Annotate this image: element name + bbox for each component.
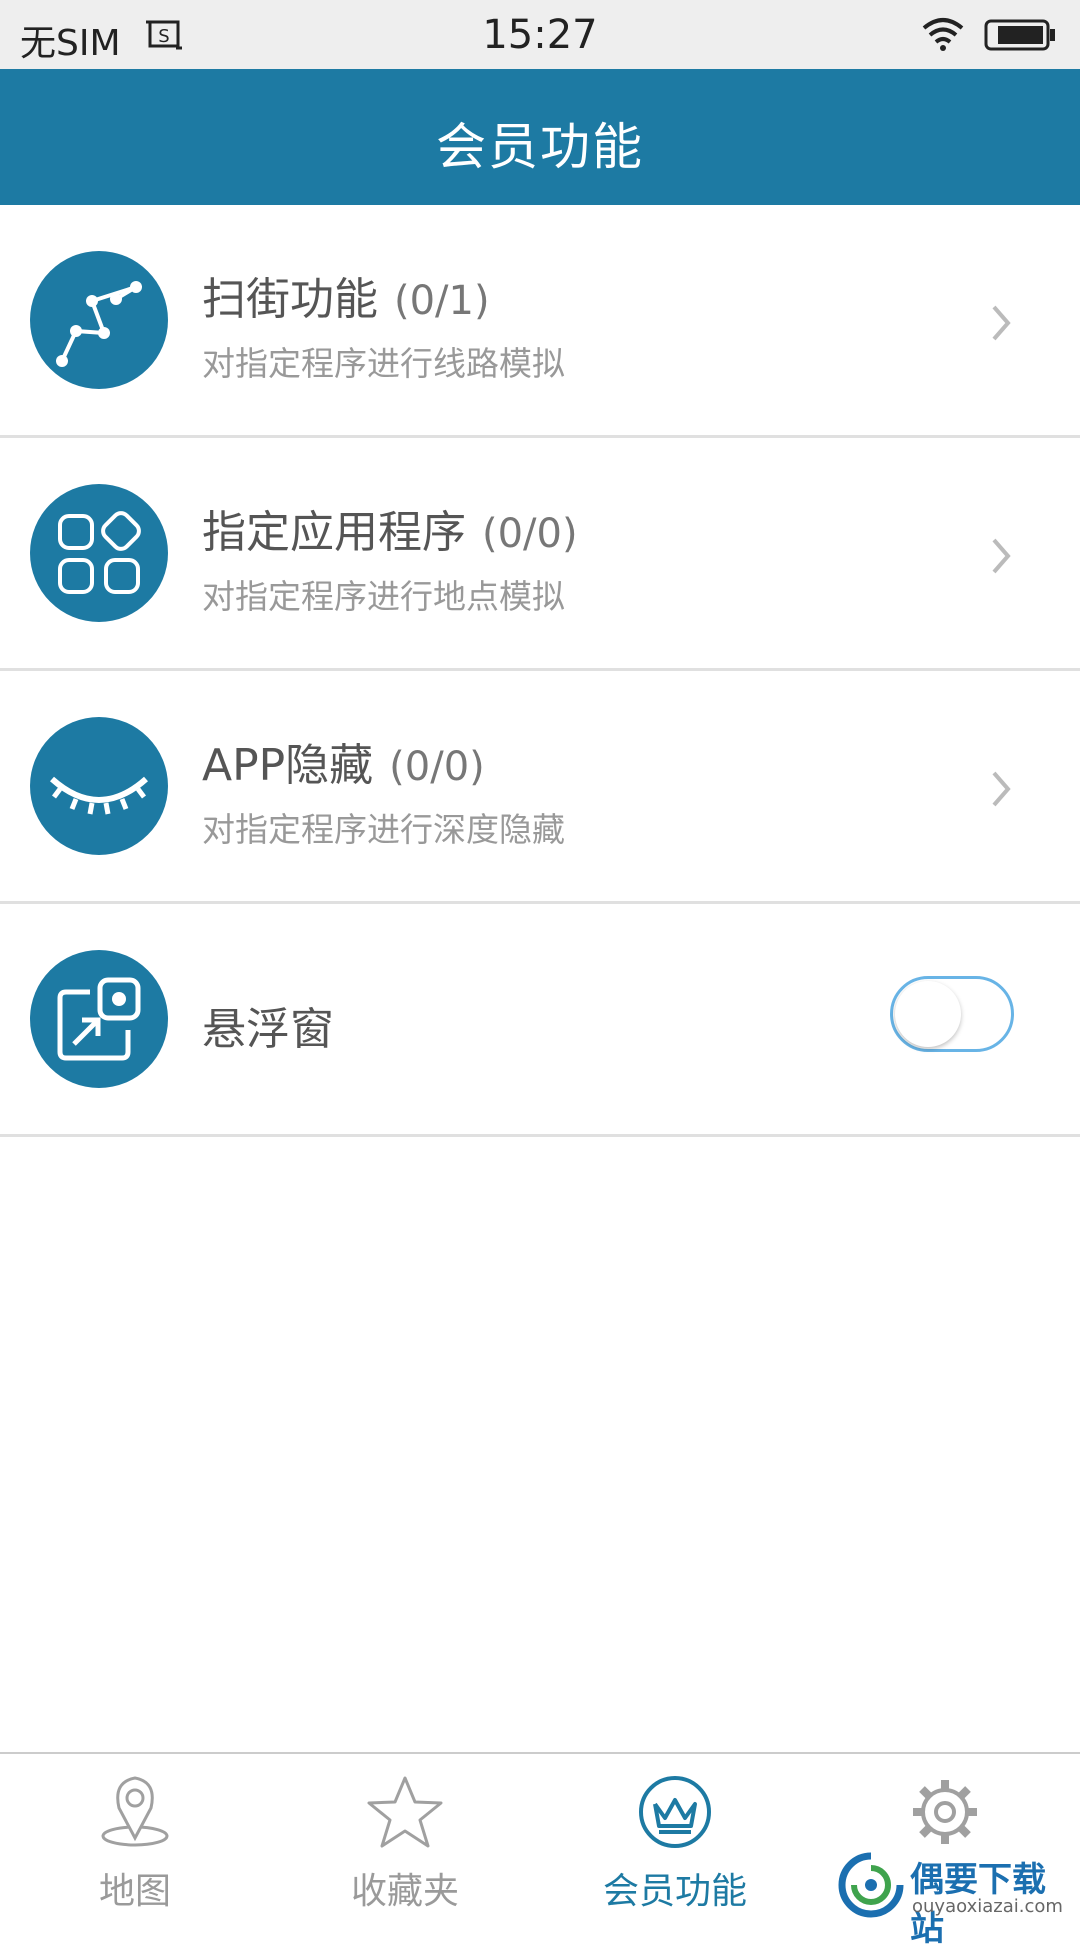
clock: 15:27 [482, 12, 598, 58]
map-pin-icon [101, 1776, 169, 1847]
floating-window-icon [30, 950, 168, 1088]
feature-title: APP隐藏 (0/0) [202, 729, 485, 793]
tab-map[interactable]: 地图 [0, 1754, 270, 1922]
page-title: 会员功能 [436, 118, 644, 176]
tab-label: 会员功能 [602, 1871, 747, 1912]
feature-subtitle: 对指定程序进行深度隐藏 [202, 810, 565, 849]
closed-eye-icon [30, 717, 168, 855]
app-header: 会员功能 [0, 69, 1080, 205]
feature-title-text: 指定应用程序 [202, 507, 466, 558]
feature-subtitle: 对指定程序进行线路模拟 [202, 344, 565, 383]
feature-row-street-scan[interactable]: 扫街功能 (0/1) 对指定程序进行线路模拟 [0, 205, 1080, 438]
feature-row-floating-window: 悬浮窗 [0, 904, 1080, 1137]
feature-title-text: APP隐藏 [202, 740, 374, 791]
feature-row-specified-apps[interactable]: 指定应用程序 (0/0) 对指定程序进行地点模拟 [0, 438, 1080, 671]
chevron-right-icon [990, 536, 1012, 580]
crown-icon [639, 1776, 711, 1848]
watermark-url: ouyaoxiazai.com [912, 1896, 1063, 1917]
watermark-logo-icon [838, 1852, 904, 1918]
feature-title: 扫街功能 (0/1) [202, 263, 490, 327]
tab-label: 地图 [98, 1871, 171, 1912]
feature-count: (0/0) [482, 511, 578, 557]
gear-icon [913, 1780, 977, 1844]
status-bar: 无SIM S 15:27 [0, 0, 1080, 69]
feature-title: 指定应用程序 (0/0) [202, 496, 578, 560]
tab-member-functions[interactable]: 会员功能 [540, 1754, 810, 1922]
star-icon [367, 1776, 443, 1848]
floating-window-toggle[interactable] [890, 976, 1014, 1052]
floating-window-label: 悬浮窗 [202, 1004, 334, 1055]
feature-subtitle: 对指定程序进行地点模拟 [202, 577, 565, 616]
tab-label: 收藏夹 [350, 1871, 459, 1912]
feature-row-app-hide[interactable]: APP隐藏 (0/0) 对指定程序进行深度隐藏 [0, 671, 1080, 904]
feature-title-text: 扫街功能 [202, 274, 378, 325]
chevron-right-icon [990, 769, 1012, 813]
route-icon [30, 251, 168, 389]
feature-count: (0/1) [394, 278, 490, 324]
chevron-right-icon [990, 303, 1012, 347]
toggle-knob [895, 981, 961, 1047]
battery-icon [984, 19, 1056, 55]
feature-count: (0/0) [389, 744, 485, 790]
watermark: 偶要下载站 ouyaoxiazai.com [838, 1852, 1078, 1949]
apps-icon [30, 484, 168, 622]
wifi-icon [920, 16, 966, 56]
tab-favorites[interactable]: 收藏夹 [270, 1754, 540, 1922]
feature-list: 扫街功能 (0/1) 对指定程序进行线路模拟 指定应用程序 (0/0) 对指定程序进… [0, 205, 1080, 1137]
